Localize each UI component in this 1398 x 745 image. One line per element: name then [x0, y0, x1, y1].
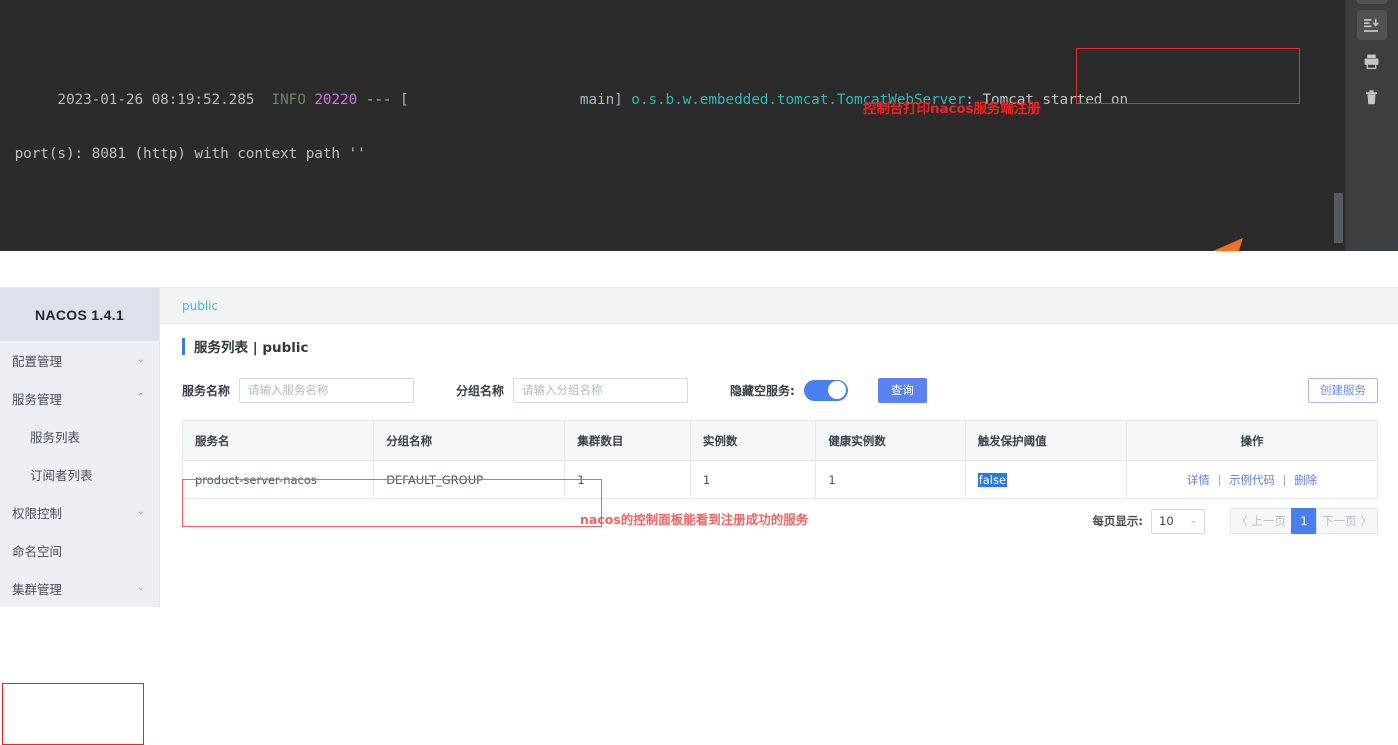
title-accent-bar	[182, 337, 185, 355]
page-size-label: 每页显示:	[1092, 514, 1143, 528]
page-title: 服务列表 | public	[194, 340, 309, 356]
namespace-tab-public[interactable]: public	[182, 299, 218, 313]
nacos-brand-title: NACOS 1.4.1	[0, 288, 159, 341]
table-header-row: 服务名 分组名称 集群数目 实例数 健康实例数 触发保护阈值 操作	[181, 420, 1378, 461]
log-level: INFO	[271, 92, 306, 108]
table-row: product-server-nacos DEFAULT_GROUP 1 1 1…	[181, 460, 1378, 499]
next-page-button[interactable]: 下一页 〉	[1316, 508, 1378, 534]
pagination: 每页显示: 10 ⌄ 〈 上一页 1 下一页 〉	[1092, 508, 1378, 534]
log-dash: ---	[365, 92, 392, 108]
page-title-row: 服务列表 | public	[160, 324, 1398, 368]
cell-service-name: product-server-nacos	[181, 460, 375, 499]
service-name-input[interactable]	[239, 377, 415, 403]
print-icon[interactable]	[1357, 46, 1387, 76]
sidebar-item-subscriber-list[interactable]: 订阅者列表	[0, 455, 159, 493]
console-scrollbar-thumb[interactable]	[1334, 193, 1343, 243]
ide-console-panel: 2023-01-26 08:19:52.285 INFO 20220 --- […	[0, 0, 1398, 251]
column-header-protect-threshold: 触发保护阈值	[964, 420, 1128, 461]
chevron-down-icon: ⌄	[1189, 516, 1197, 526]
sidebar-item-label: 服务列表	[30, 429, 81, 445]
console-annotation-text: 控制台打印nacos服务端注册	[863, 101, 1041, 117]
service-table-container: 服务名 分组名称 集群数目 实例数 健康实例数 触发保护阈值 操作 produc…	[160, 412, 1398, 499]
trash-icon[interactable]	[1357, 82, 1387, 112]
ops-separator: |	[1282, 472, 1287, 487]
sidebar-item-label: 服务管理	[12, 391, 63, 407]
sidebar-item-label: 集群管理	[12, 581, 63, 597]
sidebar-item-service-management[interactable]: 服务管理 ⌃	[0, 379, 159, 417]
column-header-healthy-instance-count: 健康实例数	[815, 420, 966, 461]
namespace-tabbar: public	[160, 288, 1398, 324]
nacos-sidebar: NACOS 1.4.1 配置管理 ⌄ 服务管理 ⌃ 服务列表 订阅者列表 权限控…	[0, 288, 160, 607]
hide-empty-service-label: 隐藏空服务:	[730, 383, 795, 398]
detail-link[interactable]: 详情	[1187, 473, 1210, 487]
column-header-operations: 操作	[1126, 420, 1378, 461]
column-header-service-name: 服务名	[181, 420, 375, 461]
service-table: 服务名 分组名称 集群数目 实例数 健康实例数 触发保护阈值 操作 produc…	[181, 420, 1378, 499]
column-header-cluster-count: 集群数目	[564, 420, 691, 461]
table-footer: nacos的控制面板能看到注册成功的服务 每页显示: 10 ⌄ 〈 上一页 1 …	[160, 499, 1398, 543]
sidebar-item-config-management[interactable]: 配置管理 ⌄	[0, 341, 159, 379]
cell-cluster-count: 1	[564, 460, 691, 499]
chevron-up-icon: ⌃	[136, 392, 145, 403]
sidebar-item-cluster-management[interactable]: 集群管理 ⌄	[0, 569, 159, 607]
group-name-input[interactable]	[513, 377, 689, 403]
log-pid: 20220	[314, 92, 358, 108]
cell-protect-threshold: false	[964, 460, 1128, 499]
toggle-knob	[828, 381, 847, 399]
nacos-main-content: public 服务列表 | public 服务名称 分组名称 隐藏空服务: 查询…	[160, 288, 1398, 607]
query-button[interactable]: 查询	[877, 377, 927, 403]
chevron-down-icon: ⌄	[136, 582, 145, 593]
console-log-output[interactable]: 2023-01-26 08:19:52.285 INFO 20220 --- […	[0, 0, 1345, 251]
sidebar-item-label: 命名空间	[12, 543, 63, 559]
group-name-label: 分组名称	[456, 383, 505, 398]
console-toolbar	[1345, 0, 1398, 251]
nacos-annotation-text: nacos的控制面板能看到注册成功的服务	[580, 512, 809, 527]
hide-empty-service-toggle[interactable]	[803, 379, 848, 401]
column-header-group-name: 分组名称	[373, 420, 566, 461]
sidebar-item-namespace[interactable]: 命名空间	[0, 531, 159, 569]
prev-page-button[interactable]: 〈 上一页	[1230, 508, 1292, 534]
cell-operations: 详情 | 示例代码 | 删除	[1126, 460, 1378, 499]
sidebar-item-label: 订阅者列表	[30, 467, 93, 483]
sidebar-item-permission-control[interactable]: 权限控制 ⌄	[0, 493, 159, 531]
sidebar-item-label: 配置管理	[12, 353, 63, 369]
chevron-down-icon: ⌄	[136, 506, 145, 517]
page-size-value: 10	[1159, 514, 1174, 528]
column-header-instance-count: 实例数	[689, 420, 817, 461]
page-number-button[interactable]: 1	[1291, 508, 1317, 534]
scroll-to-end-icon[interactable]	[1356, 10, 1387, 40]
soft-wrap-icon[interactable]	[1356, 0, 1387, 4]
log-line: 2023-01-26 08:19:52.463 INFO 20220 --- […	[6, 222, 1345, 249]
log-line: 2023-01-26 08:19:52.285 INFO 20220 --- […	[6, 60, 1345, 108]
sidebar-highlight-box	[2, 683, 144, 745]
log-timestamp: 2023-01-26 08:19:52.285	[57, 92, 255, 108]
ops-separator: |	[1217, 472, 1222, 487]
service-name-label: 服务名称	[182, 383, 231, 398]
chevron-down-icon: ⌄	[136, 354, 145, 365]
log-thread: [ main]	[400, 92, 623, 108]
delete-link[interactable]: 删除	[1294, 473, 1317, 487]
create-service-button[interactable]: 创建服务	[1308, 377, 1378, 403]
sample-code-link[interactable]: 示例代码	[1229, 473, 1275, 487]
sidebar-item-label: 权限控制	[12, 505, 63, 521]
nacos-console-page: NACOS 1.4.1 配置管理 ⌄ 服务管理 ⌃ 服务列表 订阅者列表 权限控…	[0, 287, 1398, 745]
service-filter-bar: 服务名称 分组名称 隐藏空服务: 查询 创建服务	[160, 368, 1398, 412]
cell-healthy-instance-count: 1	[815, 460, 966, 499]
cell-instance-count: 1	[689, 460, 817, 499]
protect-threshold-value: false	[977, 472, 1008, 487]
page-size-select[interactable]: 10 ⌄	[1151, 508, 1205, 534]
log-line-continuation: port(s): 8081 (http) with context path '…	[6, 146, 366, 162]
sidebar-item-service-list[interactable]: 服务列表	[0, 417, 159, 455]
cell-group-name: DEFAULT_GROUP	[373, 460, 566, 499]
console-scrollbar[interactable]	[1332, 0, 1345, 251]
